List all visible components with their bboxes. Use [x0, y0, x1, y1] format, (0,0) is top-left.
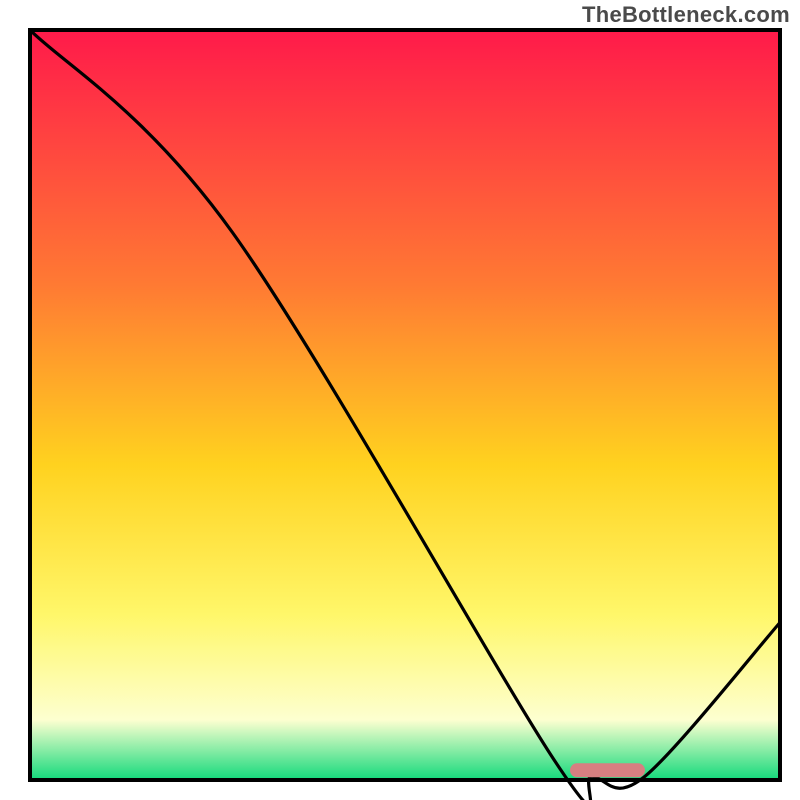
- chart-stage: TheBottleneck.com: [0, 0, 800, 800]
- watermark-text: TheBottleneck.com: [582, 2, 790, 28]
- optimal-indicator: [570, 763, 645, 777]
- chart-svg: [0, 0, 800, 800]
- plot-background: [30, 30, 780, 780]
